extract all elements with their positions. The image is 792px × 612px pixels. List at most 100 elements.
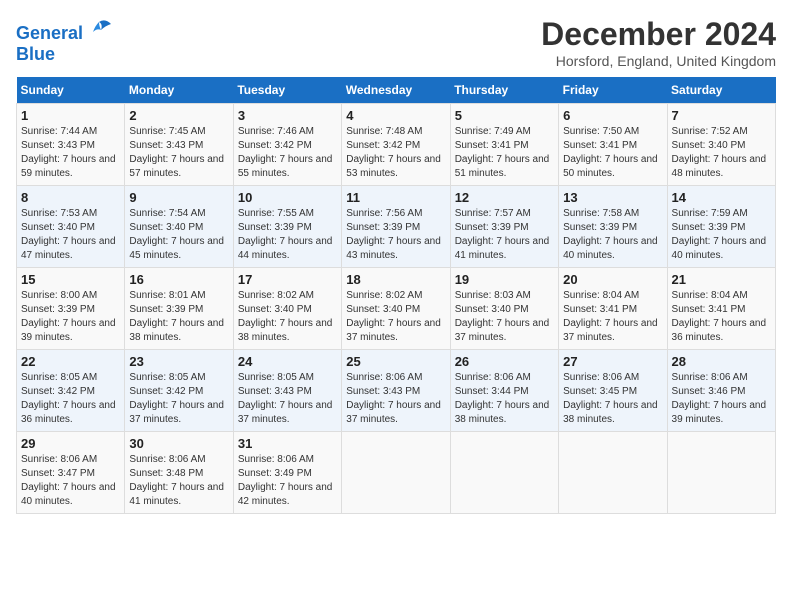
calendar-cell: 8 Sunrise: 7:53 AMSunset: 3:40 PMDayligh… — [17, 186, 125, 268]
column-header-saturday: Saturday — [667, 77, 775, 104]
column-header-friday: Friday — [559, 77, 667, 104]
day-number: 20 — [563, 272, 662, 287]
day-info: Sunrise: 7:46 AMSunset: 3:42 PMDaylight:… — [238, 125, 337, 181]
calendar-cell: 19 Sunrise: 8:03 AMSunset: 3:40 PMDaylig… — [450, 268, 558, 350]
day-info: Sunrise: 7:54 AMSunset: 3:40 PMDaylight:… — [129, 207, 228, 263]
day-number: 31 — [238, 436, 337, 451]
day-number: 21 — [672, 272, 771, 287]
day-info: Sunrise: 8:06 AMSunset: 3:44 PMDaylight:… — [455, 371, 554, 427]
calendar-cell: 24 Sunrise: 8:05 AMSunset: 3:43 PMDaylig… — [233, 350, 341, 432]
day-info: Sunrise: 8:06 AMSunset: 3:45 PMDaylight:… — [563, 371, 662, 427]
day-info: Sunrise: 7:50 AMSunset: 3:41 PMDaylight:… — [563, 125, 662, 181]
day-number: 28 — [672, 354, 771, 369]
day-info: Sunrise: 8:01 AMSunset: 3:39 PMDaylight:… — [129, 289, 228, 345]
calendar-cell: 1 Sunrise: 7:44 AMSunset: 3:43 PMDayligh… — [17, 104, 125, 186]
calendar-cell — [667, 432, 775, 514]
calendar-cell: 13 Sunrise: 7:58 AMSunset: 3:39 PMDaylig… — [559, 186, 667, 268]
day-number: 17 — [238, 272, 337, 287]
calendar-cell: 27 Sunrise: 8:06 AMSunset: 3:45 PMDaylig… — [559, 350, 667, 432]
column-header-tuesday: Tuesday — [233, 77, 341, 104]
calendar-cell: 21 Sunrise: 8:04 AMSunset: 3:41 PMDaylig… — [667, 268, 775, 350]
day-info: Sunrise: 8:05 AMSunset: 3:43 PMDaylight:… — [238, 371, 337, 427]
calendar-cell: 12 Sunrise: 7:57 AMSunset: 3:39 PMDaylig… — [450, 186, 558, 268]
calendar-table: SundayMondayTuesdayWednesdayThursdayFrid… — [16, 77, 776, 514]
calendar-week-row: 22 Sunrise: 8:05 AMSunset: 3:42 PMDaylig… — [17, 350, 776, 432]
calendar-cell: 22 Sunrise: 8:05 AMSunset: 3:42 PMDaylig… — [17, 350, 125, 432]
calendar-cell — [342, 432, 450, 514]
calendar-cell: 31 Sunrise: 8:06 AMSunset: 3:49 PMDaylig… — [233, 432, 341, 514]
day-info: Sunrise: 8:06 AMSunset: 3:46 PMDaylight:… — [672, 371, 771, 427]
day-info: Sunrise: 7:45 AMSunset: 3:43 PMDaylight:… — [129, 125, 228, 181]
day-info: Sunrise: 8:02 AMSunset: 3:40 PMDaylight:… — [346, 289, 445, 345]
day-info: Sunrise: 8:04 AMSunset: 3:41 PMDaylight:… — [672, 289, 771, 345]
day-info: Sunrise: 7:56 AMSunset: 3:39 PMDaylight:… — [346, 207, 445, 263]
calendar-cell: 11 Sunrise: 7:56 AMSunset: 3:39 PMDaylig… — [342, 186, 450, 268]
column-header-sunday: Sunday — [17, 77, 125, 104]
logo: General Blue — [16, 16, 113, 63]
day-info: Sunrise: 8:02 AMSunset: 3:40 PMDaylight:… — [238, 289, 337, 345]
day-number: 23 — [129, 354, 228, 369]
calendar-cell: 28 Sunrise: 8:06 AMSunset: 3:46 PMDaylig… — [667, 350, 775, 432]
day-info: Sunrise: 8:06 AMSunset: 3:48 PMDaylight:… — [129, 453, 228, 509]
day-number: 12 — [455, 190, 554, 205]
day-info: Sunrise: 7:49 AMSunset: 3:41 PMDaylight:… — [455, 125, 554, 181]
day-number: 25 — [346, 354, 445, 369]
day-number: 14 — [672, 190, 771, 205]
logo-blue-text: Blue — [16, 45, 55, 63]
day-number: 13 — [563, 190, 662, 205]
calendar-cell: 29 Sunrise: 8:06 AMSunset: 3:47 PMDaylig… — [17, 432, 125, 514]
day-number: 3 — [238, 108, 337, 123]
calendar-week-row: 8 Sunrise: 7:53 AMSunset: 3:40 PMDayligh… — [17, 186, 776, 268]
day-number: 7 — [672, 108, 771, 123]
calendar-cell: 9 Sunrise: 7:54 AMSunset: 3:40 PMDayligh… — [125, 186, 233, 268]
day-number: 30 — [129, 436, 228, 451]
day-info: Sunrise: 7:48 AMSunset: 3:42 PMDaylight:… — [346, 125, 445, 181]
calendar-cell: 5 Sunrise: 7:49 AMSunset: 3:41 PMDayligh… — [450, 104, 558, 186]
day-number: 27 — [563, 354, 662, 369]
day-info: Sunrise: 7:52 AMSunset: 3:40 PMDaylight:… — [672, 125, 771, 181]
day-number: 9 — [129, 190, 228, 205]
day-info: Sunrise: 7:59 AMSunset: 3:39 PMDaylight:… — [672, 207, 771, 263]
calendar-cell: 3 Sunrise: 7:46 AMSunset: 3:42 PMDayligh… — [233, 104, 341, 186]
day-number: 2 — [129, 108, 228, 123]
calendar-cell: 16 Sunrise: 8:01 AMSunset: 3:39 PMDaylig… — [125, 268, 233, 350]
day-number: 15 — [21, 272, 120, 287]
main-title: December 2024 — [541, 16, 776, 53]
calendar-week-row: 29 Sunrise: 8:06 AMSunset: 3:47 PMDaylig… — [17, 432, 776, 514]
day-number: 22 — [21, 354, 120, 369]
calendar-cell — [559, 432, 667, 514]
logo-text: General — [16, 24, 83, 42]
calendar-cell: 4 Sunrise: 7:48 AMSunset: 3:42 PMDayligh… — [342, 104, 450, 186]
day-info: Sunrise: 8:03 AMSunset: 3:40 PMDaylight:… — [455, 289, 554, 345]
calendar-cell: 15 Sunrise: 8:00 AMSunset: 3:39 PMDaylig… — [17, 268, 125, 350]
calendar-cell — [450, 432, 558, 514]
day-info: Sunrise: 8:04 AMSunset: 3:41 PMDaylight:… — [563, 289, 662, 345]
calendar-cell: 2 Sunrise: 7:45 AMSunset: 3:43 PMDayligh… — [125, 104, 233, 186]
day-info: Sunrise: 8:06 AMSunset: 3:47 PMDaylight:… — [21, 453, 120, 509]
day-number: 16 — [129, 272, 228, 287]
day-number: 1 — [21, 108, 120, 123]
calendar-cell: 20 Sunrise: 8:04 AMSunset: 3:41 PMDaylig… — [559, 268, 667, 350]
day-info: Sunrise: 7:44 AMSunset: 3:43 PMDaylight:… — [21, 125, 120, 181]
calendar-cell: 25 Sunrise: 8:06 AMSunset: 3:43 PMDaylig… — [342, 350, 450, 432]
calendar-week-row: 15 Sunrise: 8:00 AMSunset: 3:39 PMDaylig… — [17, 268, 776, 350]
calendar-cell: 18 Sunrise: 8:02 AMSunset: 3:40 PMDaylig… — [342, 268, 450, 350]
day-number: 5 — [455, 108, 554, 123]
calendar-cell: 10 Sunrise: 7:55 AMSunset: 3:39 PMDaylig… — [233, 186, 341, 268]
day-number: 18 — [346, 272, 445, 287]
day-number: 19 — [455, 272, 554, 287]
title-block: December 2024 Horsford, England, United … — [541, 16, 776, 69]
column-header-thursday: Thursday — [450, 77, 558, 104]
day-number: 29 — [21, 436, 120, 451]
column-header-wednesday: Wednesday — [342, 77, 450, 104]
day-info: Sunrise: 8:06 AMSunset: 3:43 PMDaylight:… — [346, 371, 445, 427]
calendar-cell: 14 Sunrise: 7:59 AMSunset: 3:39 PMDaylig… — [667, 186, 775, 268]
calendar-header-row: SundayMondayTuesdayWednesdayThursdayFrid… — [17, 77, 776, 104]
day-number: 8 — [21, 190, 120, 205]
day-info: Sunrise: 7:53 AMSunset: 3:40 PMDaylight:… — [21, 207, 120, 263]
calendar-cell: 17 Sunrise: 8:02 AMSunset: 3:40 PMDaylig… — [233, 268, 341, 350]
column-header-monday: Monday — [125, 77, 233, 104]
calendar-cell: 26 Sunrise: 8:06 AMSunset: 3:44 PMDaylig… — [450, 350, 558, 432]
day-info: Sunrise: 8:00 AMSunset: 3:39 PMDaylight:… — [21, 289, 120, 345]
calendar-cell: 23 Sunrise: 8:05 AMSunset: 3:42 PMDaylig… — [125, 350, 233, 432]
